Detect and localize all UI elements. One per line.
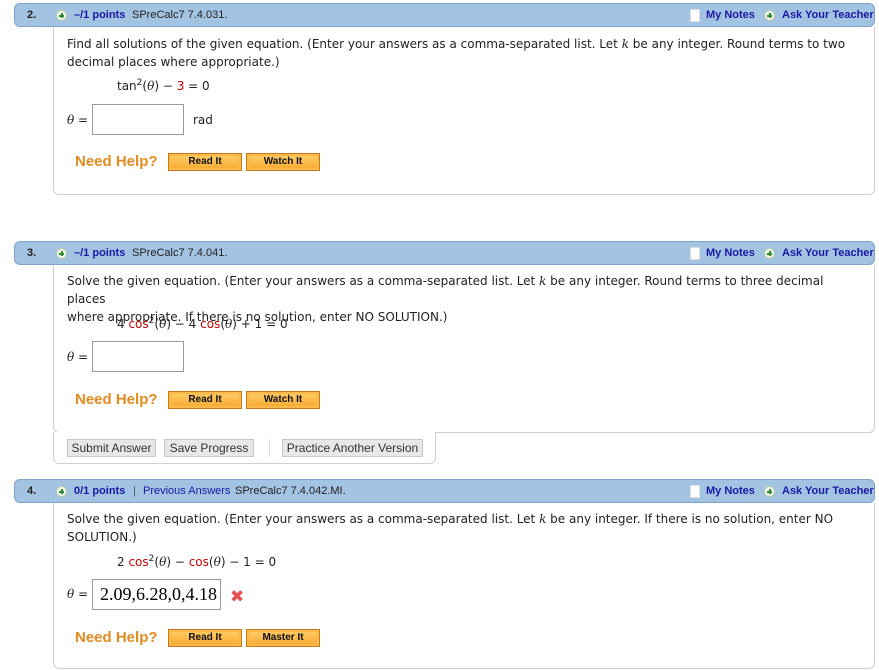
need-help-label: Need Help? [75,629,158,646]
points-link[interactable]: –/1 points [74,9,125,21]
need-help-label: Need Help? [75,391,158,408]
practice-another-version-button[interactable]: Practice Another Version [282,439,423,457]
header-separator: | [133,485,136,497]
question-3-header: 3. –/1 points SPreCalc7 7.4.041. My Note… [14,241,875,265]
incorrect-x-icon: ✖ [230,587,245,607]
unit-label: rad [193,113,213,127]
points-link[interactable]: –/1 points [74,247,125,259]
prompt-line-1: Solve the given equation. (Enter your an… [67,274,824,306]
question-number: 4. [27,485,37,497]
ask-teacher-plus-icon[interactable] [764,486,775,497]
question-number: 2. [27,9,37,21]
answer-input[interactable] [92,341,184,372]
ask-teacher-link[interactable]: Ask Your Teacher [782,9,874,21]
submit-answer-button[interactable]: Submit Answer [67,439,156,457]
notes-icon[interactable] [690,485,700,498]
ask-teacher-plus-icon[interactable] [764,248,775,259]
ask-teacher-link[interactable]: Ask Your Teacher [782,247,874,259]
question-2-equation: tan2(θ) − 3 = 0 [117,78,210,93]
question-3-equation: 4 cos2(θ) − 4 cos(θ) + 1 = 0 [117,316,288,331]
prompt-line-1: Solve the given equation. (Enter your an… [67,512,834,526]
theta-label: θ = [67,350,89,364]
my-notes-link[interactable]: My Notes [706,247,755,259]
points-link[interactable]: 0/1 points [74,485,125,497]
ask-teacher-plus-icon[interactable] [764,10,775,21]
prompt-line-2: SOLUTION.) [67,530,137,544]
ask-teacher-link[interactable]: Ask Your Teacher [782,485,874,497]
question-4-prompt: Solve the given equation. (Enter your an… [67,510,857,546]
watch-it-button[interactable]: Watch It [246,391,320,409]
my-notes-link[interactable]: My Notes [706,9,755,21]
theta-label: θ = [67,587,89,601]
my-notes-link[interactable]: My Notes [706,485,755,497]
read-it-button[interactable]: Read It [168,391,242,409]
question-2-header: 2. –/1 points SPreCalc7 7.4.031. My Note… [14,3,875,27]
question-source: SPreCalc7 7.4.031. [132,9,228,21]
expand-plus-icon[interactable] [56,486,67,497]
divider [269,439,270,457]
previous-answers-link[interactable]: Previous Answers [143,485,230,497]
notes-icon[interactable] [690,9,700,22]
prompt-line-2: decimal places where appropriate.) [67,55,280,69]
question-4-equation: 2 cos2(θ) − cos(θ) − 1 = 0 [117,554,277,569]
save-progress-button[interactable]: Save Progress [164,439,254,457]
watch-it-button[interactable]: Watch It [246,153,320,171]
question-number: 3. [27,247,37,259]
need-help-label: Need Help? [75,153,158,170]
read-it-button[interactable]: Read It [168,153,242,171]
read-it-button[interactable]: Read It [168,629,242,647]
question-source: SPreCalc7 7.4.042.MI. [235,485,346,497]
master-it-button[interactable]: Master It [246,629,320,647]
answer-input[interactable] [92,104,184,135]
theta-label: θ = [67,113,89,127]
question-2-prompt: Find all solutions of the given equation… [67,35,857,71]
question-source: SPreCalc7 7.4.041. [132,247,228,259]
answer-input[interactable] [92,579,221,610]
notes-icon[interactable] [690,247,700,260]
question-4-header: 4. 0/1 points | Previous Answers SPreCal… [14,479,875,503]
expand-plus-icon[interactable] [56,10,67,21]
expand-plus-icon[interactable] [56,248,67,259]
prompt-line-1: Find all solutions of the given equation… [67,37,846,51]
